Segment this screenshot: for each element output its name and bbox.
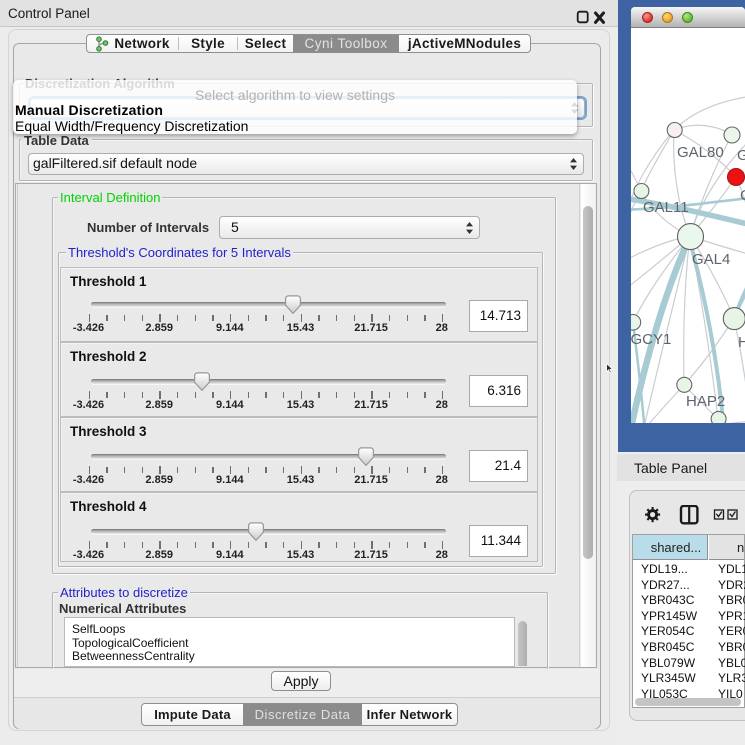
svg-text:H: H: [738, 334, 745, 351]
svg-text:G.: G.: [737, 147, 745, 164]
svg-text:GCY1: GCY1: [631, 331, 671, 348]
svg-text:GAL4: GAL4: [692, 251, 730, 268]
svg-text:GAL80: GAL80: [677, 144, 724, 161]
svg-text:C: C: [740, 187, 745, 204]
svg-text:HAP2: HAP2: [686, 393, 725, 410]
svg-text:GAL11: GAL11: [643, 199, 689, 216]
